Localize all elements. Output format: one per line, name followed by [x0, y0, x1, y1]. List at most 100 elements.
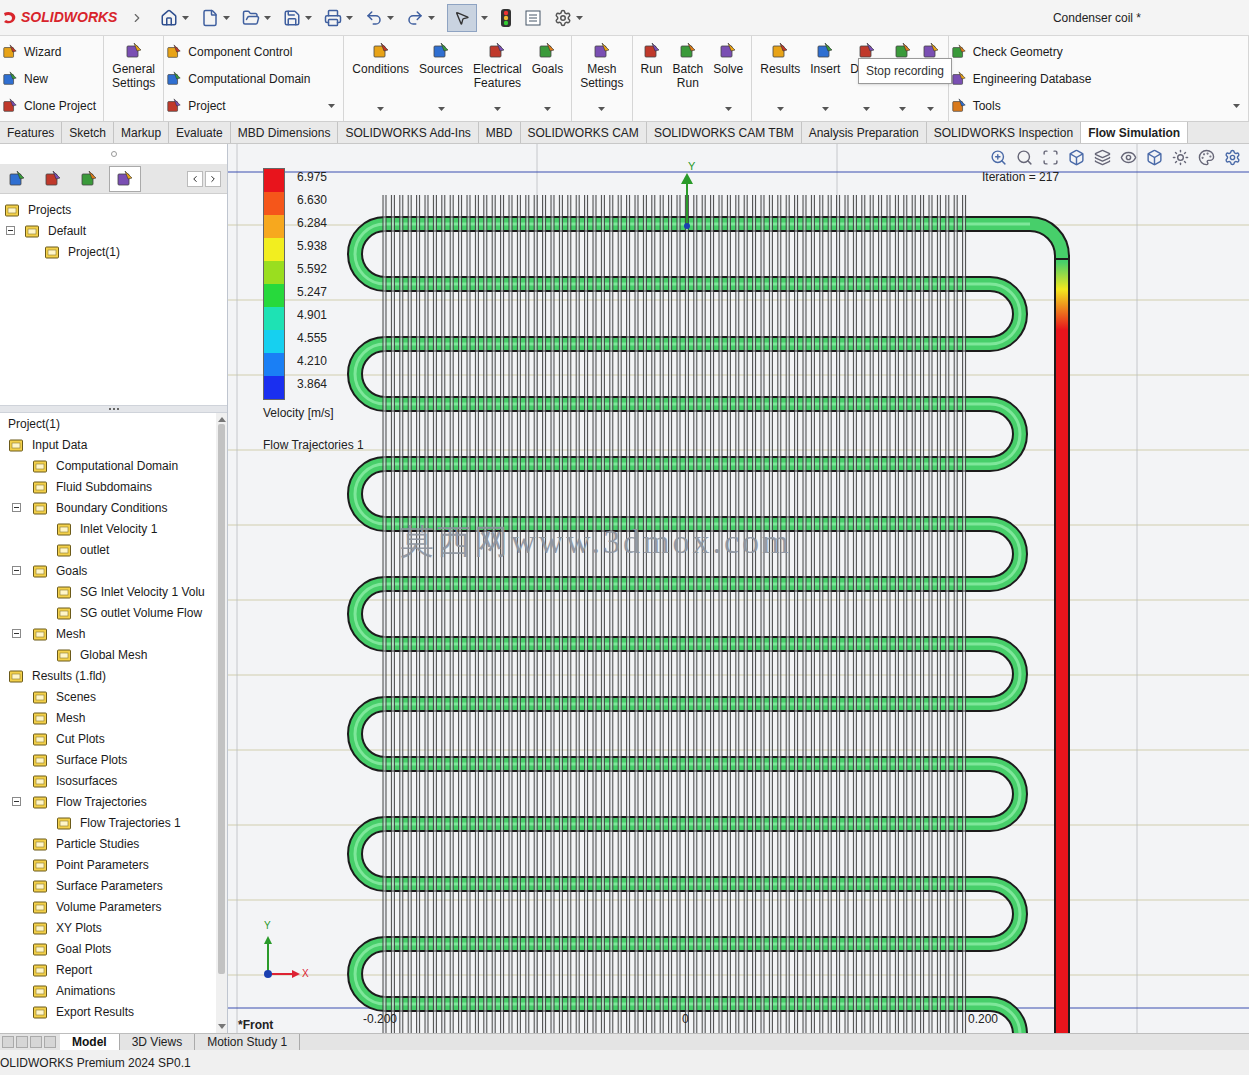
- command-tab[interactable]: Features: [0, 122, 62, 143]
- ribbon-button[interactable]: Computational Domain: [164, 65, 343, 92]
- dropdown-arrow-icon[interactable]: [182, 16, 189, 20]
- ribbon-button[interactable]: Check Geometry: [949, 38, 1248, 65]
- ribbon-button[interactable]: Sources: [414, 36, 468, 121]
- tree-item[interactable]: outlet: [0, 539, 216, 560]
- collapse-toggle[interactable]: [12, 797, 21, 806]
- dropdown-arrow-icon[interactable]: [1233, 104, 1240, 108]
- ribbon-button[interactable]: Clone Project: [0, 92, 103, 119]
- dropdown-arrow-icon[interactable]: [428, 16, 435, 20]
- tree-item[interactable]: Goal Plots: [0, 938, 216, 959]
- tree-item[interactable]: XY Plots: [0, 917, 216, 938]
- command-tab[interactable]: Sketch: [62, 122, 114, 143]
- dropdown-arrow-icon[interactable]: [598, 107, 605, 111]
- tree-item[interactable]: Inlet Velocity 1: [0, 518, 216, 539]
- tree-item[interactable]: Flow Trajectories: [0, 791, 216, 812]
- tree-item[interactable]: Cut Plots: [0, 728, 216, 749]
- tree-item[interactable]: Point Parameters: [0, 854, 216, 875]
- tree-item[interactable]: Boundary Conditions: [0, 497, 216, 518]
- collapse-toggle[interactable]: [12, 629, 21, 638]
- bottom-tab[interactable]: 3D Views: [120, 1034, 195, 1050]
- tree-item[interactable]: Export Results: [0, 1001, 216, 1022]
- tree-item[interactable]: Computational Domain: [0, 455, 216, 476]
- tree-item[interactable]: Volume Parameters: [0, 896, 216, 917]
- command-tab[interactable]: Evaluate: [169, 122, 231, 143]
- command-tab[interactable]: MBD Dimensions: [231, 122, 339, 143]
- tree-item[interactable]: SG outlet Volume Flow: [0, 602, 216, 623]
- panel-tab[interactable]: [1, 166, 33, 192]
- ribbon-button[interactable]: Batch Run: [668, 36, 709, 121]
- ribbon-button[interactable]: Run: [636, 36, 668, 121]
- tree-item[interactable]: Project(1): [0, 241, 227, 262]
- command-tab[interactable]: Markup: [114, 122, 169, 143]
- view-tool-icon[interactable]: [1042, 149, 1059, 166]
- tree-item[interactable]: Goals: [0, 560, 216, 581]
- dropdown-arrow-icon[interactable]: [387, 16, 394, 20]
- dropdown-arrow-icon[interactable]: [377, 107, 384, 111]
- quick-tool-icon[interactable]: [160, 9, 178, 27]
- tree-item[interactable]: Mesh: [0, 623, 216, 644]
- view-tool-icon[interactable]: [990, 149, 1007, 166]
- view-tool-icon[interactable]: [1016, 149, 1033, 166]
- ribbon-button[interactable]: Engineering Database: [949, 65, 1248, 92]
- ribbon-button[interactable]: Wizard: [0, 38, 103, 65]
- view-tool-icon[interactable]: [1094, 149, 1111, 166]
- tree-item[interactable]: Mesh: [0, 707, 216, 728]
- graphics-viewport[interactable]: Iteration = 2176.9756.6306.2845.9385.592…: [228, 144, 1249, 1033]
- dropdown-arrow-icon[interactable]: [863, 107, 870, 111]
- tree-item[interactable]: Input Data: [0, 434, 216, 455]
- view-tool-icon[interactable]: [1198, 149, 1215, 166]
- dropdown-arrow-icon[interactable]: [899, 107, 906, 111]
- ribbon-button[interactable]: Component Control: [164, 38, 343, 65]
- scrollbar[interactable]: [216, 413, 227, 1033]
- rebuild-icon[interactable]: [500, 8, 512, 28]
- panel-handle-icon[interactable]: [111, 151, 117, 157]
- scroll-up-icon[interactable]: [218, 417, 226, 422]
- view-tool-icon[interactable]: [1146, 149, 1163, 166]
- command-tab[interactable]: SOLIDWORKS Add-Ins: [338, 122, 478, 143]
- ribbon-button[interactable]: Goals: [527, 36, 568, 121]
- dropdown-arrow-icon[interactable]: [346, 16, 353, 20]
- ribbon-button[interactable]: General Settings: [107, 36, 160, 121]
- command-tab[interactable]: SOLIDWORKS CAM: [521, 122, 647, 143]
- tree-item[interactable]: Global Mesh: [0, 644, 216, 665]
- command-tab[interactable]: MBD: [479, 122, 521, 143]
- dropdown-arrow-icon[interactable]: [822, 107, 829, 111]
- command-tab[interactable]: Analysis Preparation: [802, 122, 927, 143]
- panel-splitter[interactable]: [0, 405, 227, 413]
- quick-tool-icon[interactable]: [283, 9, 301, 27]
- panel-tab[interactable]: [109, 166, 141, 192]
- scroll-down-icon[interactable]: [218, 1024, 226, 1029]
- bottom-tab[interactable]: Motion Study 1: [195, 1034, 300, 1050]
- dropdown-arrow-icon[interactable]: [494, 107, 501, 111]
- quick-tool-icon[interactable]: [201, 9, 219, 27]
- ribbon-button[interactable]: Project: [164, 92, 343, 119]
- tab-nav-button[interactable]: [44, 1036, 56, 1048]
- tree-item[interactable]: Fluid Subdomains: [0, 476, 216, 497]
- scroll-left-button[interactable]: [187, 171, 203, 187]
- view-tool-icon[interactable]: [1120, 149, 1137, 166]
- tree-item[interactable]: Scenes: [0, 686, 216, 707]
- bottom-tab[interactable]: Model: [60, 1034, 120, 1050]
- quick-tool-icon[interactable]: [242, 9, 260, 27]
- tab-nav-button[interactable]: [30, 1036, 42, 1048]
- app-logo[interactable]: SOLIDWORKS: [0, 7, 144, 28]
- panel-tab[interactable]: [37, 166, 69, 192]
- ribbon-button[interactable]: Results: [755, 36, 805, 121]
- tree-item[interactable]: Report: [0, 959, 216, 980]
- quick-tool-icon[interactable]: [365, 9, 383, 27]
- ribbon-button[interactable]: Insert: [805, 36, 845, 121]
- quick-tool-icon[interactable]: [324, 9, 342, 27]
- view-tool-icon[interactable]: [1068, 149, 1085, 166]
- command-tab[interactable]: Flow Simulation: [1081, 122, 1188, 143]
- dropdown-arrow-icon[interactable]: [305, 16, 312, 20]
- panel-tab[interactable]: [73, 166, 105, 192]
- collapse-toggle[interactable]: [12, 566, 21, 575]
- tree-item[interactable]: Animations: [0, 980, 216, 1001]
- quick-tool-icon[interactable]: [406, 9, 424, 27]
- file-properties-icon[interactable]: [524, 9, 542, 27]
- tree-item[interactable]: Results (1.fld): [0, 665, 216, 686]
- view-tool-icon[interactable]: [1172, 149, 1189, 166]
- tree-item[interactable]: Projects: [0, 199, 227, 220]
- tab-nav-button[interactable]: [16, 1036, 28, 1048]
- ribbon-button[interactable]: Electrical Features: [468, 36, 527, 121]
